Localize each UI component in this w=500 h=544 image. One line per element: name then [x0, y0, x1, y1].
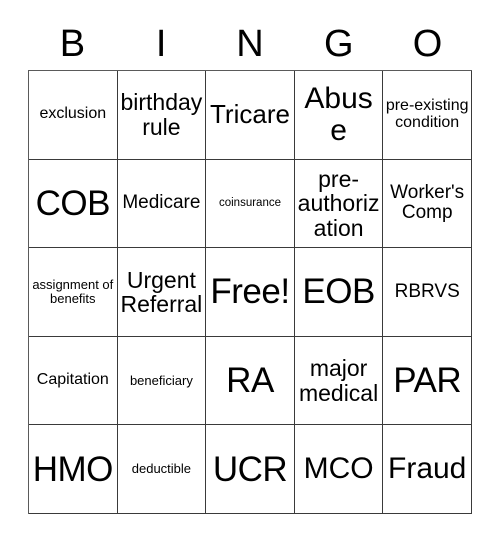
bingo-cell-r2c1[interactable]: COB [29, 159, 118, 249]
bingo-cell-label: UCR [212, 449, 288, 489]
bingo-cell-label: birthday rule [120, 89, 203, 140]
bingo-cell-r5c5[interactable]: Fraud [383, 425, 472, 514]
bingo-cell-label: Urgent Referral [120, 266, 203, 317]
bingo-cell-label: EOB [302, 272, 375, 312]
bingo-cell-r3c3[interactable]: Free! [206, 248, 295, 337]
bingo-cell-r3c1[interactable]: assignment of benefits [29, 248, 118, 337]
bingo-cell-r1c3[interactable]: Tricare [206, 71, 295, 160]
bingo-cell-label: deductible [131, 461, 192, 477]
bingo-cell-label: beneficiary [129, 372, 193, 388]
bingo-cell-label: assignment of benefits [32, 277, 114, 306]
bingo-card: B I N G O exclusion birthday rule Tricare Abuse… [0, 0, 500, 544]
bingo-cell-label: HMO [32, 449, 114, 489]
bingo-cell-label: pre-authorization [297, 165, 380, 241]
bingo-cell-r1c1[interactable]: exclusion [29, 71, 118, 160]
bingo-cell-r2c5[interactable]: Worker's Comp [383, 159, 472, 249]
bingo-cell-label: Worker's Comp [390, 182, 465, 224]
bingo-header-letter-n: N [236, 23, 264, 65]
bingo-cell-r1c5[interactable]: pre-existing condition [383, 71, 472, 160]
bingo-cell-label: COB [35, 183, 111, 223]
bingo-cell-r4c1[interactable]: Capitation [29, 336, 118, 426]
bingo-cell-r2c2[interactable]: Medicare [117, 159, 207, 249]
bingo-cell-label: pre-existing condition [385, 96, 469, 131]
bingo-cell-label: Free! [210, 272, 290, 312]
bingo-cell-label: Tricare [210, 99, 290, 130]
bingo-cell-r5c2[interactable]: deductible [117, 425, 207, 514]
bingo-cell-r3c5[interactable]: RBRVS [383, 248, 472, 337]
bingo-header-row: BINGO [28, 18, 472, 70]
bingo-cell-label: MCO [303, 452, 374, 486]
bingo-cell-label: RBRVS [394, 280, 460, 302]
bingo-cell-label: Medicare [122, 192, 201, 214]
bingo-cell-r1c4[interactable]: Abuse [294, 71, 384, 160]
bingo-cell-label: RA [226, 361, 274, 401]
bingo-cell-r5c3[interactable]: UCR [206, 425, 295, 514]
bingo-cell-r4c2[interactable]: beneficiary [117, 336, 207, 426]
bingo-cell-r3c2[interactable]: Urgent Referral [117, 248, 207, 337]
bingo-grid: exclusion birthday rule Tricare Abuse pre-ex… [28, 70, 472, 514]
bingo-cell-label: coinsurance [218, 197, 281, 210]
bingo-cell-r3c4[interactable]: EOB [294, 248, 384, 337]
bingo-cell-r4c5[interactable]: PAR [383, 336, 472, 426]
bingo-header-letter-g: G [324, 23, 354, 65]
bingo-header-letter-i: I [155, 23, 167, 65]
bingo-cell-r4c4[interactable]: major medical [294, 336, 384, 426]
bingo-cell-r5c1[interactable]: HMO [29, 425, 118, 514]
bingo-header-letter-b: B [59, 23, 86, 65]
bingo-cell-r2c3[interactable]: coinsurance [206, 159, 295, 249]
bingo-cell-label: major medical [298, 355, 379, 406]
bingo-cell-label: Abuse [304, 82, 373, 147]
bingo-cell-label: exclusion [39, 105, 107, 123]
bingo-cell-label: Fraud [388, 452, 467, 486]
bingo-cell-r4c3[interactable]: RA [206, 336, 295, 426]
bingo-cell-label: PAR [393, 361, 462, 401]
bingo-cell-r5c4[interactable]: MCO [294, 425, 384, 514]
bingo-cell-label: Capitation [36, 371, 109, 389]
bingo-header-letter-o: O [412, 23, 443, 65]
bingo-cell-r2c4[interactable]: pre-authorization [294, 159, 384, 249]
bingo-cell-r1c2[interactable]: birthday rule [117, 71, 207, 160]
